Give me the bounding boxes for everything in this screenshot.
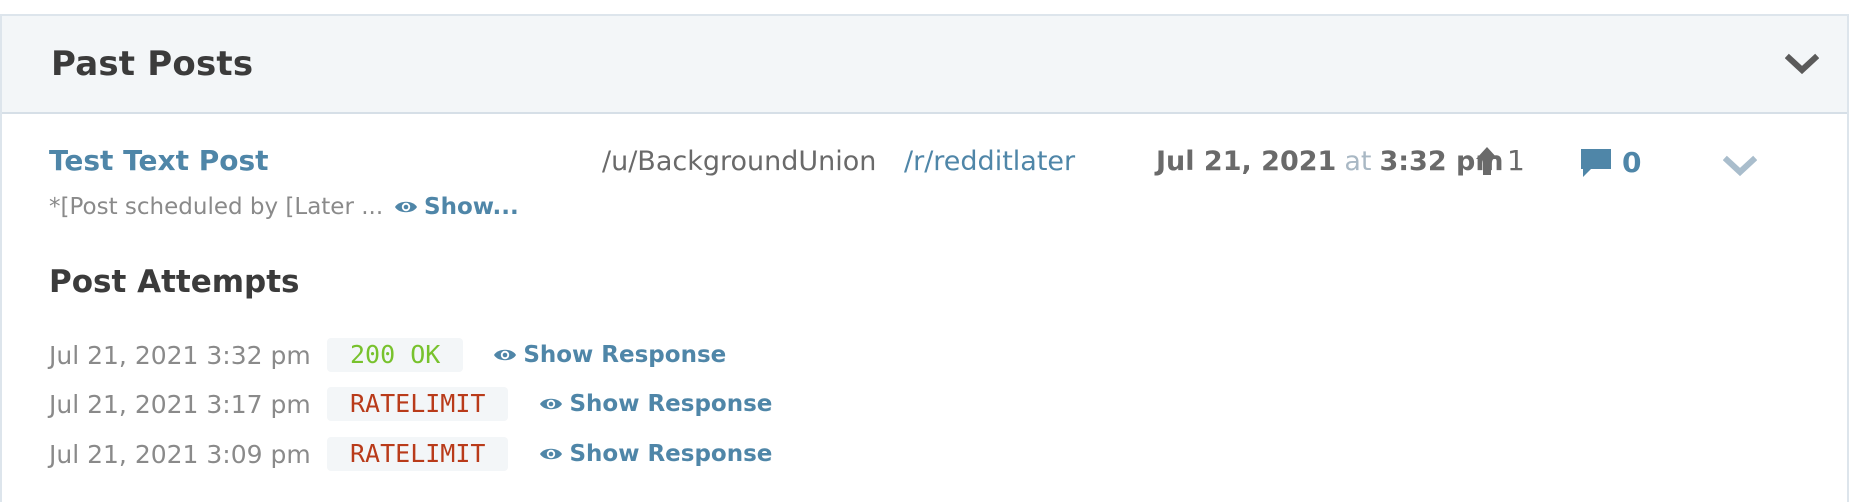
status-badge: RATELIMIT (327, 437, 509, 471)
show-body-link[interactable]: Show... (394, 194, 519, 220)
comment-icon (1580, 148, 1612, 178)
post-date: Jul 21, 2021 (1156, 146, 1337, 177)
attempt-datetime: Jul 21, 2021 3:09 pm (49, 439, 311, 469)
comment-count-link[interactable]: 0 (1580, 146, 1641, 179)
eye-icon (539, 396, 563, 412)
panel-header[interactable]: Past Posts (2, 16, 1847, 114)
attempt-datetime: Jul 21, 2021 3:32 pm (49, 340, 311, 370)
upvote-value: 1 (1507, 144, 1525, 177)
upvote-count: 1 (1475, 144, 1525, 177)
attempt-row: Jul 21, 2021 3:32 pm 200 OK Show Respons… (49, 337, 726, 373)
show-body-label: Show... (424, 194, 519, 220)
post-attempts-title: Post Attempts (49, 264, 300, 300)
post-datetime: Jul 21, 2021 at 3:32 pm (1156, 146, 1503, 177)
panel-title: Past Posts (51, 44, 254, 84)
show-response-link[interactable]: Show Response (493, 342, 726, 368)
post-title-link[interactable]: Test Text Post (49, 144, 269, 177)
arrow-up-icon (1475, 146, 1499, 176)
show-response-label: Show Response (569, 441, 773, 467)
status-badge: 200 OK (327, 338, 464, 372)
post-body-preview: *[Post scheduled by [Later ... (49, 194, 384, 220)
attempt-row: Jul 21, 2021 3:17 pm RATELIMIT Show Resp… (49, 386, 772, 422)
chevron-down-icon[interactable] (1785, 48, 1819, 78)
eye-icon (493, 347, 517, 363)
attempt-datetime: Jul 21, 2021 3:17 pm (49, 389, 311, 419)
attempt-row: Jul 21, 2021 3:09 pm RATELIMIT Show Resp… (49, 436, 772, 472)
show-response-link[interactable]: Show Response (539, 441, 772, 467)
chevron-down-icon[interactable] (1723, 152, 1757, 178)
post-author: /u/BackgroundUnion (602, 146, 877, 177)
show-response-label: Show Response (523, 342, 727, 368)
status-badge: RATELIMIT (327, 387, 509, 421)
eye-icon (539, 446, 563, 462)
past-posts-panel: Past Posts (0, 14, 1849, 502)
comment-value: 0 (1622, 146, 1642, 179)
eye-icon (394, 199, 418, 215)
show-response-link[interactable]: Show Response (539, 391, 772, 417)
post-subreddit-link[interactable]: /r/redditlater (904, 146, 1075, 177)
post-at-word: at (1344, 146, 1372, 177)
show-response-label: Show Response (569, 391, 773, 417)
